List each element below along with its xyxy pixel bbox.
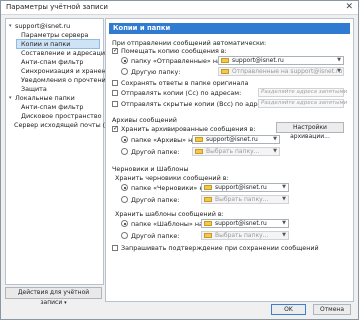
cc-label: Отправлять копии (Cc) по адресам: [121, 89, 242, 97]
other-folder-radio[interactable] [121, 68, 128, 75]
drafts-other-select[interactable]: Выбрать папку... ▼ [201, 195, 289, 204]
chevron-down-icon: ▼ [273, 148, 277, 154]
close-icon[interactable]: ✕ [345, 2, 353, 12]
templates-other-label: Другой папке: [131, 232, 180, 240]
account-actions-label: Действия для учётной записи [17, 289, 90, 306]
chevron-down-icon: ▾ [64, 300, 67, 306]
templates-folder-radio[interactable] [121, 220, 128, 227]
drafts-folder-select[interactable]: support@isnet.ru ▼ [201, 183, 289, 192]
collapse-icon[interactable]: ▾ [9, 22, 12, 30]
replies-checkbox[interactable] [112, 80, 118, 86]
sent-folder-select[interactable]: support@isnet.ru ▼ [218, 56, 344, 65]
account-tree: ▾ support@isnet.ru Параметры сервера Коп… [5, 18, 125, 285]
folder-icon [204, 185, 212, 190]
collapse-icon[interactable]: ▾ [9, 94, 12, 102]
folder-icon [204, 221, 212, 226]
archive-section-label: Архивы сообщений [112, 116, 177, 124]
chevron-down-icon: ▼ [337, 68, 341, 74]
drafts-other-value: Выбрать папку... [215, 196, 269, 203]
bcc-input[interactable]: Разделяйте адреса запятыми [258, 99, 348, 108]
tree-local-folders[interactable]: ▾ Локальные папки [9, 94, 75, 102]
folder-icon [221, 58, 229, 63]
templates-folder-value: support@isnet.ru [215, 220, 267, 227]
archive-settings-button[interactable]: Настройки архивации... [276, 122, 344, 140]
bcc-placeholder: Разделяйте адреса запятыми [261, 100, 348, 106]
templates-store-label: Хранить шаблоны сообщений в: [115, 210, 224, 218]
confirm-save-checkbox[interactable] [112, 245, 118, 251]
archive-other-select[interactable]: Выбрать папку... ▼ [192, 147, 280, 156]
folder-icon [204, 233, 212, 238]
place-copy-checkbox[interactable] [112, 47, 118, 54]
account-actions-button[interactable]: Действия для учётной записи ▾ [5, 287, 102, 306]
chevron-down-icon: ▼ [282, 232, 286, 238]
archive-folder-value: support@isnet.ru [206, 136, 258, 143]
drafts-store-label: Хранить черновики сообщений в: [115, 174, 229, 182]
templates-other-value: Выбрать папку... [215, 232, 269, 239]
chevron-down-icon: ▼ [282, 196, 286, 202]
settings-panel: Копии и папки При отправлении сообщений … [105, 18, 354, 302]
bcc-label: Отправлять скрытые копии (Bcc) по адреса… [121, 100, 276, 108]
drafts-section-label: Черновики и Шаблоны [112, 165, 189, 173]
sent-folder-radio[interactable] [121, 57, 128, 64]
cc-checkbox[interactable] [112, 90, 118, 96]
sent-folder-label: папку «Отправленные» на: [131, 57, 224, 65]
archive-other-label: Другой папке: [131, 148, 180, 156]
templates-folder-label: папке «Шаблоны» на: [131, 220, 206, 228]
drafts-folder-radio[interactable] [121, 184, 128, 191]
chevron-down-icon: ▼ [282, 184, 286, 190]
ok-button[interactable]: OK [271, 304, 306, 315]
folder-icon [204, 197, 212, 202]
page-title: Копии и папки [109, 23, 350, 34]
tree-item-copies[interactable]: Копии и папки [16, 39, 100, 49]
account-settings-window: Параметры учётной записи ✕ ▾ support@isn… [0, 0, 359, 320]
confirm-save-label: Запрашивать подтверждение при сохранении… [121, 244, 319, 252]
chevron-down-icon: ▼ [337, 57, 341, 63]
tree-item-receipts[interactable]: Уведомления о прочтении [21, 76, 110, 84]
bcc-checkbox[interactable] [112, 101, 118, 107]
other-folder-select[interactable]: Отправленные на support@isnet.ru ▼ [218, 67, 344, 76]
tree-item-server[interactable]: Параметры сервера [21, 31, 88, 39]
archive-folder-radio[interactable] [121, 136, 128, 143]
drafts-other-label: Другой папке: [131, 196, 180, 204]
other-folder-value: Отправленные на support@isnet.ru [232, 68, 343, 75]
folder-icon [221, 69, 229, 74]
cancel-button[interactable]: Отмена [313, 304, 351, 315]
archive-folder-label: папке «Архивы» на: [131, 136, 199, 144]
other-folder-label: Другую папку: [131, 68, 181, 76]
tree-item-composition[interactable]: Составление и адресация [21, 49, 109, 57]
tree-item-local-spam[interactable]: Анти-спам фильтр [21, 103, 83, 111]
tree-item-security[interactable]: Защита [21, 85, 47, 93]
drafts-other-radio[interactable] [121, 196, 128, 203]
tree-item-spam[interactable]: Анти-спам фильтр [21, 58, 83, 66]
place-copy-label: Помещать копию сообщения в: [121, 47, 227, 55]
cc-input[interactable]: Разделяйте адреса запятыми [258, 88, 348, 97]
cc-placeholder: Разделяйте адреса запятыми [261, 89, 348, 95]
drafts-folder-label: папке «Черновики» на: [131, 184, 210, 192]
keep-archives-checkbox[interactable] [112, 125, 118, 132]
folder-icon [195, 137, 203, 142]
sent-folder-value: support@isnet.ru [232, 57, 284, 64]
title-bar: Параметры учётной записи ✕ [1, 1, 358, 15]
folder-icon [195, 149, 203, 154]
templates-folder-select[interactable]: support@isnet.ru ▼ [201, 219, 289, 228]
archive-folder-select[interactable]: support@isnet.ru ▼ [192, 135, 280, 144]
tree-item-disk-space[interactable]: Дисковое пространство [21, 112, 102, 120]
chevron-down-icon: ▼ [273, 136, 277, 142]
chevron-down-icon: ▼ [282, 220, 286, 226]
keep-archives-label: Хранить архивированные сообщения в: [121, 125, 256, 133]
templates-other-select[interactable]: Выбрать папку... ▼ [201, 231, 289, 240]
tree-account[interactable]: ▾ support@isnet.ru [9, 22, 71, 30]
archive-other-radio[interactable] [121, 148, 128, 155]
tree-local-label: Локальные папки [15, 94, 75, 102]
archive-other-value: Выбрать папку... [206, 148, 260, 155]
window-title: Параметры учётной записи [6, 3, 108, 11]
drafts-folder-value: support@isnet.ru [215, 184, 267, 191]
auto-section-label: При отправлении сообщений автоматически: [112, 39, 267, 47]
replies-label: Сохранять ответы в папке оригинала [121, 79, 249, 87]
tree-account-label: support@isnet.ru [15, 22, 71, 30]
tree-item-sync[interactable]: Синхронизация и хранение [21, 67, 114, 75]
templates-other-radio[interactable] [121, 232, 128, 239]
